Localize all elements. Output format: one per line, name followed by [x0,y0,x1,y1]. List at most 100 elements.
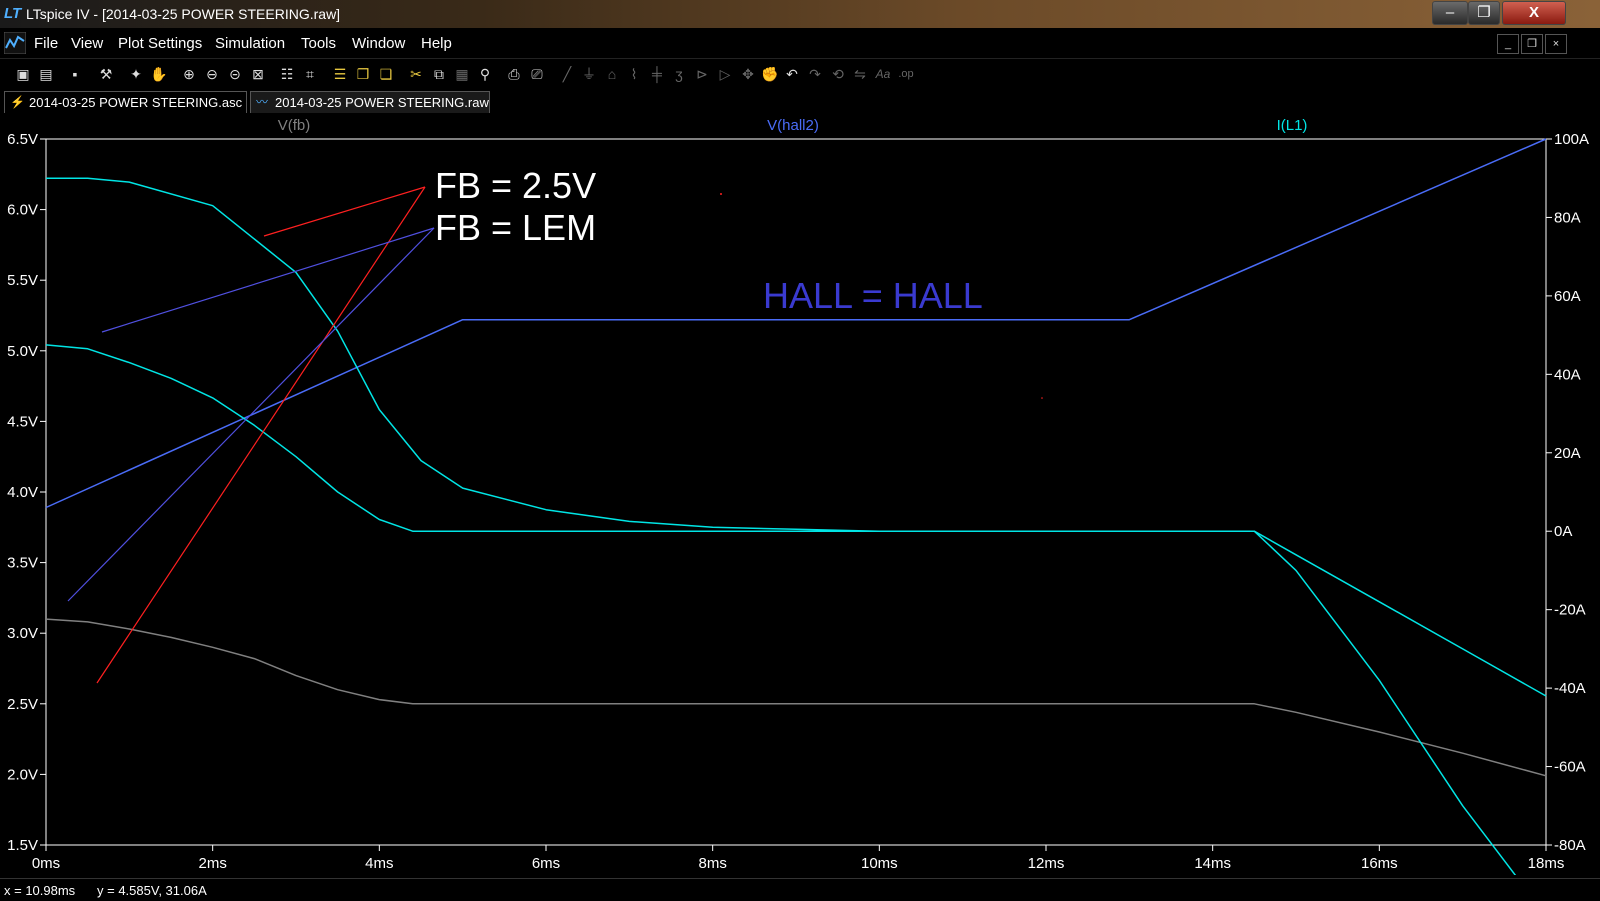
x-tick-label: 18ms [1528,855,1565,872]
spice-directive-icon[interactable]: .op [897,65,915,83]
y-left-tick-label: 2.5V [7,696,38,713]
tile-vertical-icon[interactable]: ❐ [354,65,372,83]
mdi-minimize-button[interactable]: _ [1497,34,1519,54]
tile-horizontal-icon[interactable]: ☰ [331,65,349,83]
save-icon[interactable]: ▪ [66,65,84,83]
x-tick-label: 14ms [1194,855,1231,872]
zoom-in-icon[interactable]: ⊕ [180,65,198,83]
label-icon[interactable]: ⌂ [603,65,621,83]
mark-icon[interactable]: ⌗ [301,65,319,83]
maximize-button[interactable]: ❐ [1468,1,1500,25]
waveform-window-icon[interactable] [4,32,26,54]
mdi-close-button[interactable]: × [1545,34,1567,54]
wire-icon[interactable]: ╱ [558,65,576,83]
mirror-icon[interactable]: ⇋ [851,65,869,83]
print-preview-icon[interactable]: ⎙ [505,65,523,83]
close-button[interactable]: X [1502,1,1566,25]
annotation-hall[interactable]: HALL = HALL [763,275,983,316]
cascade-icon[interactable]: ❏ [377,65,395,83]
y-left-tick-label: 5.0V [7,343,38,360]
y-right-tick-label: 80A [1554,209,1581,226]
control-panel-icon[interactable]: ⚒ [97,65,115,83]
window-title: LTspice IV - [2014-03-25 POWER STEERING.… [26,6,341,22]
cursor-y-readout: y = 4.585V, 31.06A [97,883,207,898]
diode-icon[interactable]: ⊳ [693,65,711,83]
legend-il1[interactable]: I(L1) [1277,117,1308,134]
waveform-plot[interactable]: 0ms 2ms 4ms 6ms 8ms 10ms 12ms 14ms 16ms 18ms 6.5V 6… [0,115,1600,875]
legend-vhall2[interactable]: V(hall2) [767,117,819,134]
drag-icon[interactable]: ✊ [761,65,779,83]
annotation-fb-lem[interactable]: FB = LEM [435,207,596,248]
cursor-x-readout: x = 10.98ms [4,883,76,898]
rotate-icon[interactable]: ⟲ [829,65,847,83]
move-icon[interactable]: ✥ [739,65,757,83]
find-icon[interactable]: ⚲ [476,65,494,83]
menu-tools[interactable]: Tools [301,35,336,52]
pan-icon[interactable]: ✋ [150,65,168,83]
zoom-out-icon[interactable]: ⊖ [203,65,221,83]
tab-label: 2014-03-25 POWER STEERING.raw [275,95,489,110]
y-left-tick-label: 4.5V [7,413,38,430]
y-left-tick-label: 6.5V [7,131,38,148]
menu-bar: File View Plot Settings Simulation Tools… [0,28,1600,58]
autorange-icon[interactable]: ☷ [278,65,296,83]
redo-icon[interactable]: ↷ [806,65,824,83]
menu-simulation[interactable]: Simulation [215,35,285,52]
y-left-tick-label: 3.0V [7,625,38,642]
y-left-tick-label: 6.0V [7,202,38,219]
text-icon[interactable]: Aa [874,65,892,83]
component-icon[interactable]: ▷ [716,65,734,83]
minimize-button[interactable]: – [1432,1,1468,25]
cut-icon[interactable]: ✂ [407,65,425,83]
y-left-tick-label: 3.5V [7,555,38,572]
ltspice-logo-icon: LT [4,5,22,22]
waveform-icon: 〰 [256,95,269,109]
annotation-dot [1041,397,1043,399]
x-tick-label: 2ms [198,855,226,872]
tab-label: 2014-03-25 POWER STEERING.asc [29,95,243,110]
inductor-icon[interactable]: ʒ [670,65,688,83]
menu-window[interactable]: Window [352,35,405,52]
schematic-icon: ⚡ [10,95,25,109]
toolbar: ▣ ▤ ▪ ⚒ ✦ ✋ ⊕ ⊖ ⊝ ⊠ ☷ ⌗ ☰ ❐ ❏ ✂ ⧉ ▦ ⚲ ⎙ … [0,58,1600,89]
status-bar: x = 10.98ms y = 4.585V, 31.06A [0,878,1600,901]
menu-help[interactable]: Help [421,35,452,52]
tab-schematic[interactable]: ⚡ 2014-03-25 POWER STEERING.asc [4,91,247,113]
mdi-restore-button[interactable]: ❐ [1521,34,1543,54]
copy-icon[interactable]: ⧉ [430,65,448,83]
open-icon[interactable]: ▤ [37,65,55,83]
document-tabs: ⚡ 2014-03-25 POWER STEERING.asc 〰 2014-0… [0,90,1600,114]
menu-file[interactable]: File [34,35,58,52]
y-right-tick-label: -40A [1554,680,1586,697]
capacitor-icon[interactable]: ╪ [648,65,666,83]
x-tick-label: 6ms [532,855,560,872]
x-tick-label: 0ms [32,855,60,872]
y-right-tick-label: 100A [1554,131,1589,148]
print-icon[interactable]: ⎚ [528,65,546,83]
run-icon[interactable]: ✦ [127,65,145,83]
menu-view[interactable]: View [71,35,103,52]
y-left-tick-label: 4.0V [7,484,38,501]
paste-icon[interactable]: ▦ [453,65,471,83]
y-right-tick-label: -80A [1554,837,1586,854]
x-tick-label: 16ms [1361,855,1398,872]
y-right-tick-label: 40A [1554,366,1581,383]
x-tick-label: 4ms [365,855,393,872]
zoom-back-icon[interactable]: ⊝ [226,65,244,83]
y-right-tick-label: -60A [1554,759,1586,776]
y-right-tick-label: -20A [1554,602,1586,619]
undo-icon[interactable]: ↶ [783,65,801,83]
menu-plot-settings[interactable]: Plot Settings [118,35,202,52]
x-tick-label: 10ms [861,855,898,872]
x-tick-label: 12ms [1028,855,1065,872]
tab-waveform[interactable]: 〰 2014-03-25 POWER STEERING.raw [250,91,490,113]
annotation-fb-2-5v[interactable]: FB = 2.5V [435,165,596,206]
zoom-fit-icon[interactable]: ⊠ [249,65,267,83]
legend-vfb[interactable]: V(fb) [278,117,311,134]
y-right-tick-label: 20A [1554,445,1581,462]
y-left-tick-label: 2.0V [7,766,38,783]
new-schematic-icon[interactable]: ▣ [14,65,32,83]
resistor-icon[interactable]: ⌇ [625,65,643,83]
ground-icon[interactable]: ⏚ [580,65,598,83]
y-left-tick-label: 1.5V [7,837,38,854]
